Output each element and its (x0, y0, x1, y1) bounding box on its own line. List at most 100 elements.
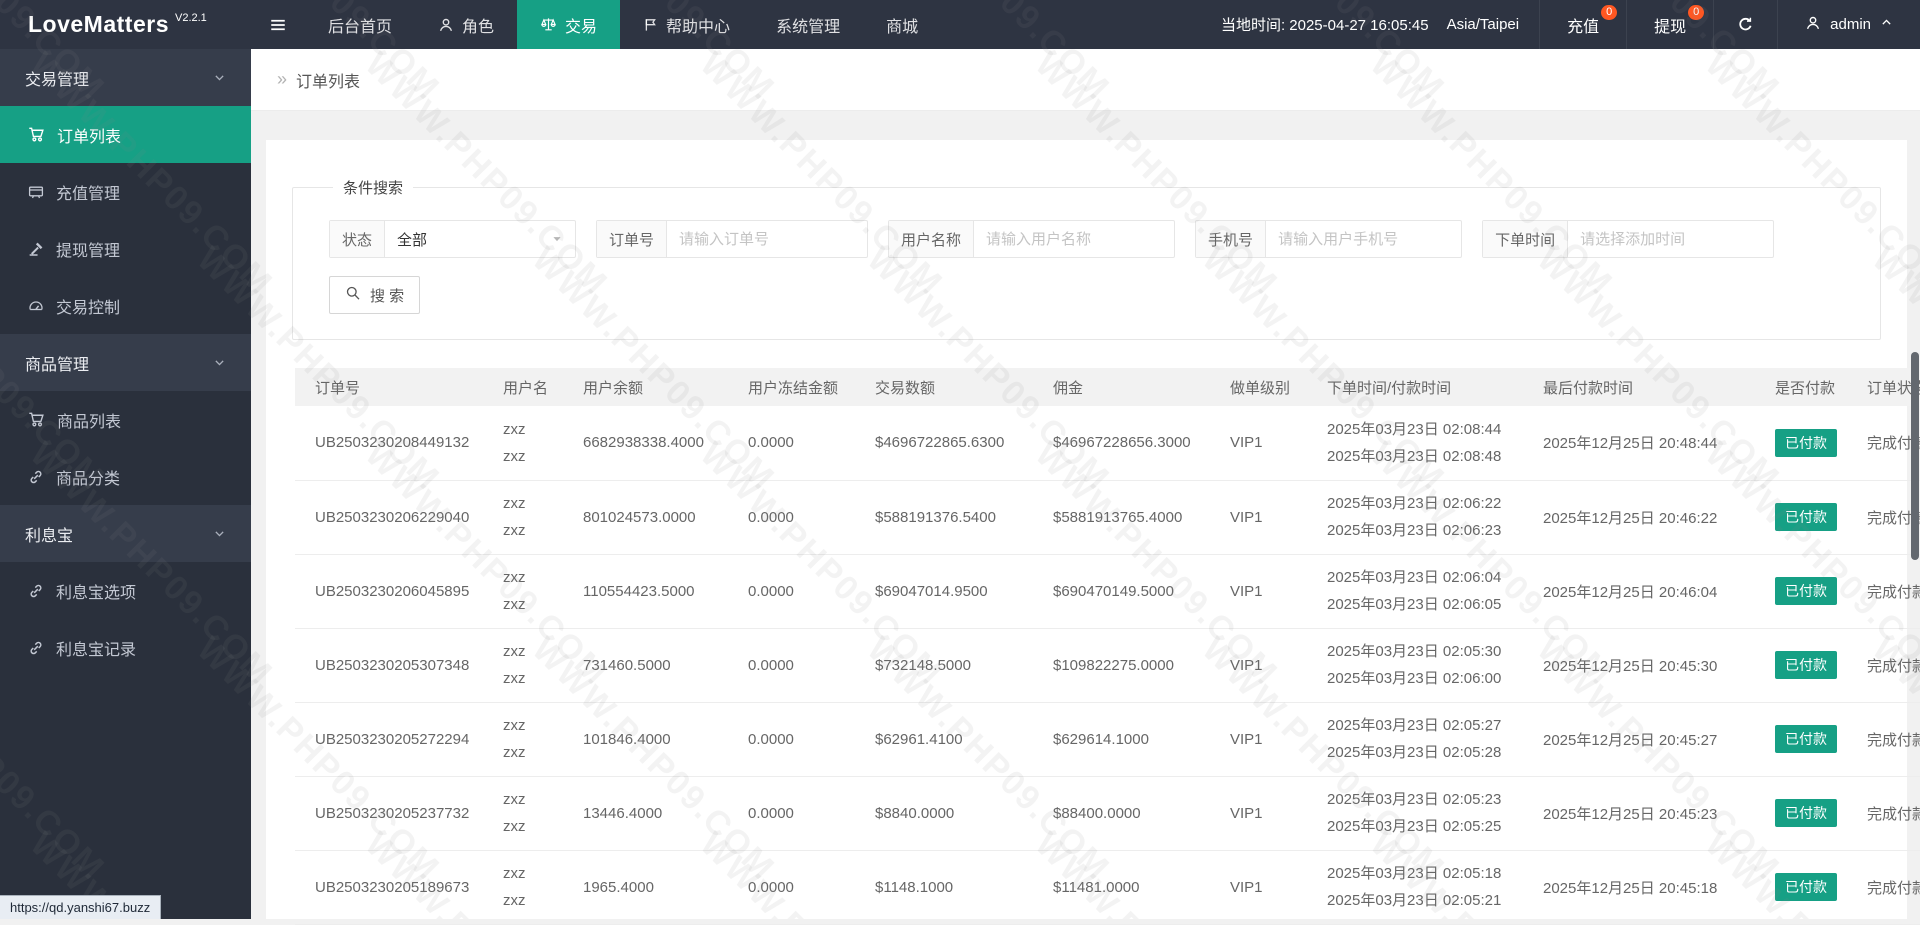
navbar-right: 当地时间: 2025-04-27 16:05:45 Asia/Taipei 充值… (1201, 0, 1920, 49)
paid-badge: 已付款 (1775, 725, 1837, 753)
paid-badge: 已付款 (1775, 651, 1837, 679)
nav-item-label: 帮助中心 (666, 18, 731, 36)
sidebar-toggle-button[interactable] (251, 0, 305, 49)
card-icon (28, 184, 44, 200)
sidebar-item-interest-records[interactable]: 利息宝记录 (0, 619, 251, 676)
filter-label: 订单号 (597, 221, 668, 257)
cell-username-line: zxz (503, 791, 526, 808)
sidebar-group-trade-mgmt[interactable]: 交易管理 (0, 49, 251, 106)
filter-label: 用户名称 (889, 221, 975, 257)
cell-username-line: zxz (503, 744, 526, 761)
sidebar-item-goods-category[interactable]: 商品分类 (0, 448, 251, 505)
cell-username: zxz zxz (493, 554, 573, 629)
nav-item-mall[interactable]: 商城 (863, 0, 941, 49)
cell-last-pay-time: 2025年12月25日 20:45:30 (1533, 628, 1765, 703)
username: admin (1830, 16, 1871, 33)
quick-withdraw[interactable]: 提现 0 (1626, 0, 1713, 49)
cell-paid: 已付款 (1765, 850, 1857, 925)
col-header-8: 最后付款时间 (1533, 368, 1765, 406)
phone-input[interactable] (1266, 221, 1462, 257)
cell-username: zxz zxz (493, 406, 573, 481)
hamburger-icon (269, 16, 287, 34)
table-row: UB2503230205272294 zxz zxz 101846.4000 0.000… (295, 702, 1920, 777)
nav-item-label: 角色 (462, 18, 495, 36)
cell-username: zxz zxz (493, 702, 573, 777)
status-url: https://qd.yanshi67.buzz (10, 900, 151, 915)
cell-frozen: 0.0000 (738, 628, 865, 703)
nav-item-dashboard[interactable]: 后台首页 (305, 0, 415, 49)
cell-username-line: zxz (503, 670, 526, 687)
user-name-input[interactable] (974, 221, 1175, 257)
sidebar-item-label: 利息宝选项 (56, 584, 137, 602)
cell-username: zxz zxz (493, 480, 573, 555)
nav-item-system[interactable]: 系统管理 (753, 0, 863, 49)
search-button[interactable]: 搜 索 (329, 276, 421, 314)
sidebar-group-goods-mgmt[interactable]: 商品管理 (0, 334, 251, 391)
status-url-tooltip: https://qd.yanshi67.buzz (0, 895, 162, 919)
status-select[interactable]: 全部 (385, 221, 575, 257)
sidebar-group-interest[interactable]: 利息宝 (0, 505, 251, 562)
cell-order-no: UB2503230205272294 (295, 702, 493, 777)
nav-item-trade[interactable]: 交易 (517, 0, 621, 49)
local-time-text: 当地时间: 2025-04-27 16:05:45 (1220, 17, 1429, 34)
cell-order-time: 2025年03月23日 02:06:04 2025年03月23日 02:06:05 (1317, 554, 1533, 629)
table-row: UB2503230206229040 zxz zxz 801024573.0000 0.… (295, 480, 1920, 555)
content-card: 条件搜索 状态全部订单号用户名称手机号下单时间 搜 索 订单号用户名用户余额用户… (266, 140, 1920, 925)
cell-level: VIP1 (1220, 406, 1317, 481)
main-content: » 订单列表 条件搜索 状态全部订单号用户名称手机号下单时间 搜 索 订单号用户… (251, 49, 1920, 925)
user-icon (438, 17, 454, 33)
refresh-button[interactable] (1713, 0, 1777, 49)
vertical-scrollbar[interactable] (1911, 352, 1919, 560)
search-legend: 条件搜索 (343, 180, 404, 197)
nav-item-roles[interactable]: 角色 (415, 0, 517, 49)
order-no-input[interactable] (667, 221, 868, 257)
cell-paid: 已付款 (1765, 554, 1857, 629)
sidebar: 交易管理订单列表充值管理提现管理交易控制商品管理商品列表商品分类 利息宝利息宝选项… (0, 49, 251, 919)
cell-username-line: zxz (503, 717, 526, 734)
sidebar-item-goods-list[interactable]: 商品列表 (0, 391, 251, 448)
sidebar-item-label: 充值管理 (56, 185, 121, 203)
sidebar-item-label: 交易控制 (56, 299, 121, 317)
cell-username-line: zxz (503, 495, 526, 512)
col-header-6: 做单级别 (1220, 368, 1317, 406)
col-header-0: 订单号 (295, 368, 493, 406)
app-logo[interactable]: LoveMatters V2.2.1 (0, 0, 251, 49)
col-header-3: 用户冻结金额 (738, 368, 865, 406)
sidebar-item-trade-control[interactable]: 交易控制 (0, 277, 251, 334)
sidebar-item-label: 商品列表 (57, 413, 122, 431)
cell-commission: $46967228656.3000 (1043, 406, 1220, 481)
quick-recharge[interactable]: 充值 0 (1539, 0, 1626, 49)
table-row: UB2503230206045895 zxz zxz 110554423.5000 0.… (295, 554, 1920, 629)
filter-status: 状态 全部 (329, 220, 577, 258)
nav-item-label: 商城 (886, 18, 919, 36)
breadcrumb-current: 订单列表 (296, 73, 361, 91)
cell-last-pay-time: 2025年12月25日 20:46:04 (1533, 554, 1765, 629)
sidebar-item-recharge-mgmt[interactable]: 充值管理 (0, 163, 251, 220)
col-header-5: 佣金 (1043, 368, 1220, 406)
sidebar-item-interest-options[interactable]: 利息宝选项 (0, 562, 251, 619)
cell-order-time-line: 2025年03月23日 02:06:04 (1327, 569, 1502, 586)
user-menu[interactable]: admin (1777, 0, 1920, 49)
cell-order-time-line: 2025年03月23日 02:05:23 (1327, 791, 1502, 808)
filter-order-time: 下单时间 (1482, 220, 1775, 258)
sidebar-item-label: 订单列表 (57, 128, 122, 146)
cell-frozen: 0.0000 (738, 554, 865, 629)
order-time-input[interactable] (1568, 221, 1774, 257)
cell-username-line: zxz (503, 643, 526, 660)
search-icon (345, 285, 361, 301)
cell-balance: 110554423.5000 (573, 554, 738, 629)
sidebar-item-withdraw-mgmt[interactable]: 提现管理 (0, 220, 251, 277)
cell-last-pay-time: 2025年12月25日 20:45:23 (1533, 776, 1765, 851)
cell-amount: $1148.1000 (865, 850, 1043, 925)
cell-username-line: zxz (503, 892, 526, 909)
cell-order-status: 完成付款 (1857, 850, 1920, 925)
nav-item-help-center[interactable]: 帮助中心 (620, 0, 753, 49)
caret-down-icon (551, 233, 563, 245)
col-header-9: 是否付款 (1765, 368, 1857, 406)
cell-username-line: zxz (503, 522, 526, 539)
quick-label: 充值 (1567, 18, 1600, 36)
cell-amount: $4696722865.6300 (865, 406, 1043, 481)
sidebar-item-order-list[interactable]: 订单列表 (0, 106, 251, 163)
cell-amount: $732148.5000 (865, 628, 1043, 703)
cell-order-no: UB2503230206045895 (295, 554, 493, 629)
